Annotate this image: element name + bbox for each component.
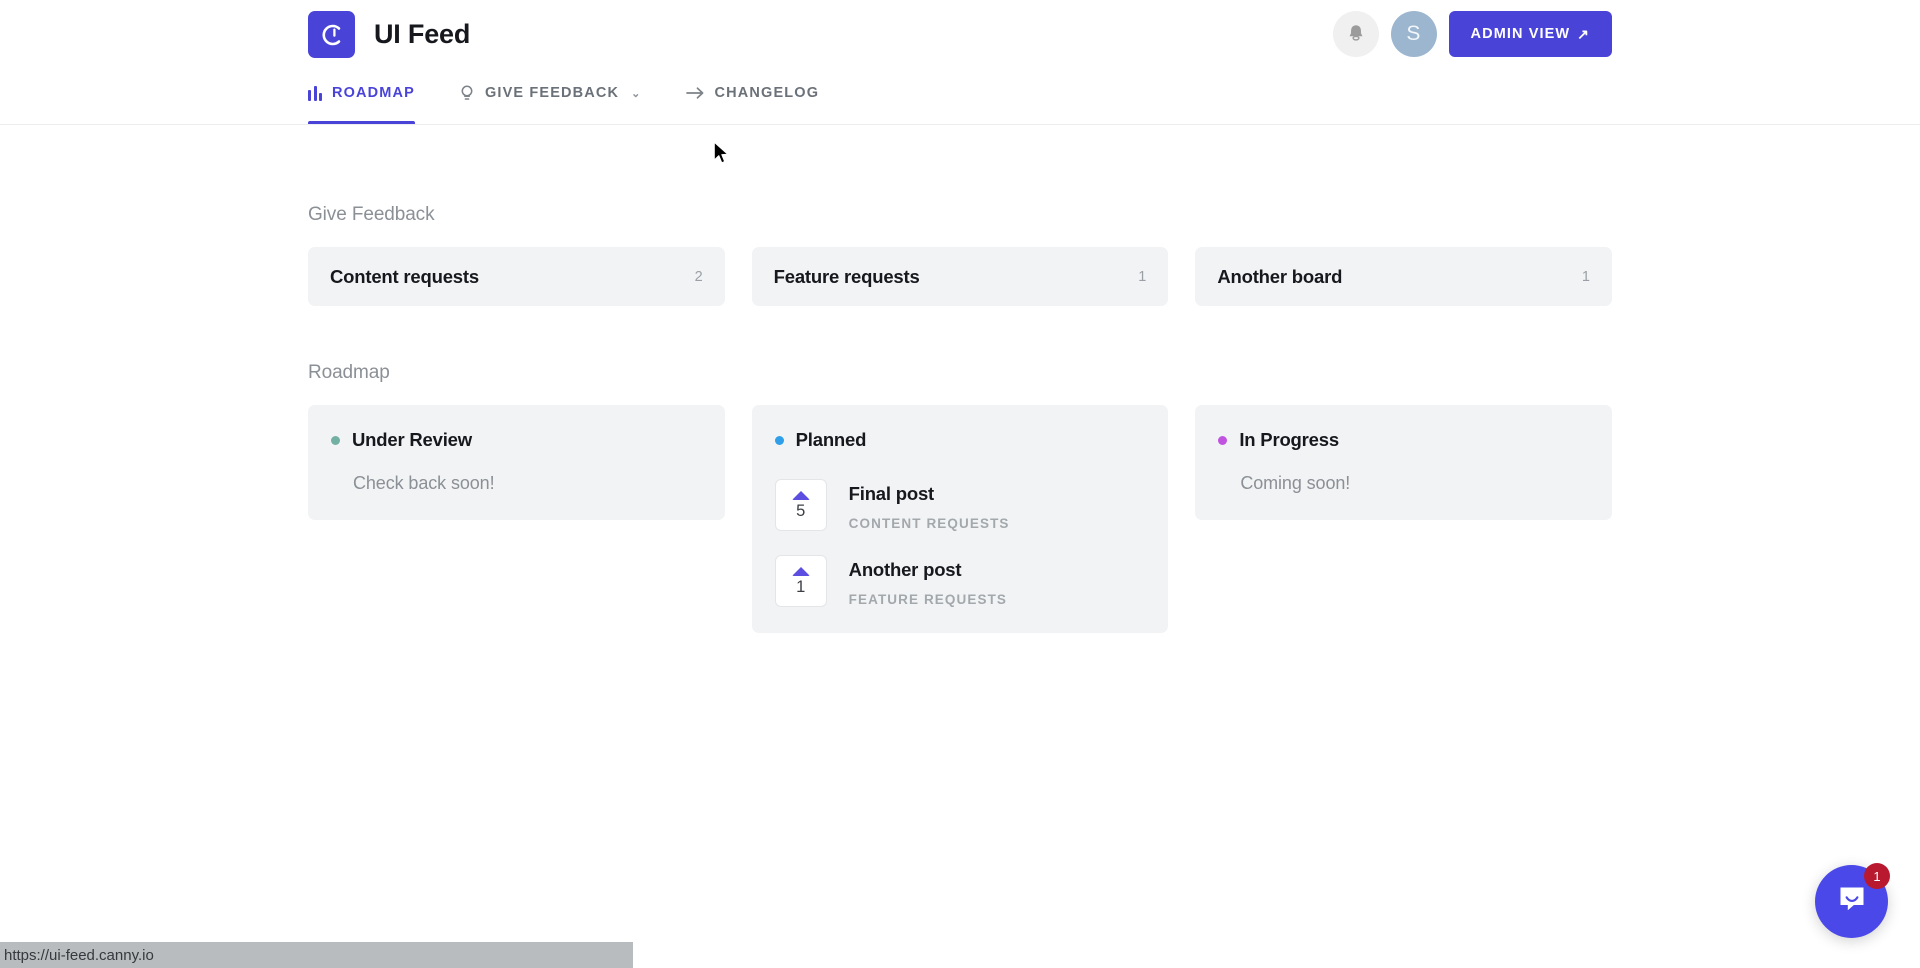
avatar[interactable]: S	[1390, 11, 1437, 57]
intercom-unread-badge: 1	[1864, 863, 1890, 889]
upvote-count: 5	[796, 501, 806, 520]
roadmap-column-header: Under Review	[331, 429, 702, 451]
upvote-button[interactable]: 1	[774, 555, 827, 607]
intercom-launcher-button[interactable]: 1	[1815, 863, 1890, 938]
avatar-initial: S	[1406, 22, 1421, 45]
tab-give-feedback[interactable]: GIVE FEEDBACK ⌄	[459, 76, 642, 124]
board-count: 1	[1138, 268, 1147, 285]
admin-view-label: ADMIN VIEW	[1470, 26, 1571, 42]
status-dot-under-review	[331, 435, 340, 445]
tab-changelog[interactable]: CHANGELOG	[685, 76, 820, 124]
lightbulb-icon	[459, 84, 475, 102]
board-name: Feature requests	[773, 265, 920, 287]
roadmap-column-title: Planned	[795, 429, 867, 450]
roadmap-column-header: Planned	[774, 429, 1146, 451]
site-header: UI Feed S ADMIN VIEW ↗ ROADMAP GIVE FEED…	[0, 0, 1920, 125]
tab-give-feedback-label: GIVE FEEDBACK	[484, 85, 620, 101]
post-title: Final post	[848, 483, 935, 504]
post-body: Another post FEATURE REQUESTS	[849, 555, 1007, 607]
roadmap-column-header: In Progress	[1218, 429, 1589, 451]
tab-changelog-label: CHANGELOG	[714, 85, 820, 101]
roadmap-column-title: In Progress	[1239, 429, 1339, 450]
admin-view-button[interactable]: ADMIN VIEW ↗	[1448, 11, 1612, 57]
brand[interactable]: UI Feed	[308, 11, 470, 58]
main-nav: ROADMAP GIVE FEEDBACK ⌄ CHANGELOG	[308, 76, 863, 124]
upvote-triangle-icon	[791, 490, 810, 500]
canny-c-logo-icon	[308, 11, 355, 58]
status-dot-planned	[774, 435, 784, 445]
board-card-content-requests[interactable]: Content requests 2	[308, 247, 725, 306]
tab-roadmap[interactable]: ROADMAP	[308, 76, 415, 124]
board-name: Content requests	[330, 265, 479, 287]
post-body: Final post CONTENT REQUESTS	[849, 479, 1010, 531]
chevron-down-icon: ⌄	[631, 87, 642, 100]
bell-icon	[1345, 22, 1367, 47]
post-title: Another post	[848, 559, 962, 580]
roadmap-heading: Roadmap	[308, 362, 390, 383]
roadmap-post[interactable]: 1 Another post FEATURE REQUESTS	[774, 549, 1146, 607]
roadmap-bars-icon	[308, 85, 322, 101]
upvote-count: 1	[796, 577, 806, 596]
board-card-feature-requests[interactable]: Feature requests 1	[751, 247, 1169, 306]
roadmap-column-in-progress: In Progress Coming soon!	[1195, 405, 1612, 520]
board-card-another-board[interactable]: Another board 1	[1195, 247, 1612, 306]
tab-roadmap-label: ROADMAP	[332, 85, 415, 101]
give-feedback-section: Give Feedback Content requests 2 Feature…	[308, 204, 1612, 306]
roadmap-grid: Under Review Check back soon! Planned 5 …	[308, 405, 1612, 633]
status-bar-url: https://ui-feed.canny.io	[0, 942, 633, 968]
board-count: 2	[694, 268, 703, 285]
page-title: UI Feed	[374, 19, 471, 49]
roadmap-section: Roadmap Under Review Check back soon! Pl…	[308, 362, 1612, 633]
give-feedback-heading: Give Feedback	[308, 204, 435, 225]
roadmap-column-title: Under Review	[352, 429, 472, 450]
board-grid: Content requests 2 Feature requests 1 An…	[308, 247, 1612, 306]
header-actions: S ADMIN VIEW ↗	[1332, 11, 1612, 57]
roadmap-empty-text: Coming soon!	[1240, 473, 1351, 493]
status-dot-in-progress	[1218, 435, 1228, 445]
post-board-label: FEATURE REQUESTS	[848, 592, 1008, 607]
post-board-label: CONTENT REQUESTS	[848, 516, 1010, 531]
upvote-triangle-icon	[791, 566, 810, 576]
external-link-arrow-icon: ↗	[1577, 26, 1590, 42]
intercom-chat-icon	[1835, 882, 1869, 921]
roadmap-column-under-review: Under Review Check back soon!	[308, 405, 725, 520]
header-inner: UI Feed S ADMIN VIEW ↗ ROADMAP GIVE FEED…	[308, 0, 1612, 124]
board-name: Another board	[1217, 265, 1343, 287]
roadmap-empty-text: Check back soon!	[353, 473, 495, 493]
main-content: Give Feedback Content requests 2 Feature…	[308, 125, 1612, 633]
board-count: 1	[1581, 268, 1590, 285]
arrow-right-icon	[685, 86, 705, 100]
roadmap-column-planned: Planned 5 Final post CONTENT REQUESTS 1 …	[751, 405, 1169, 633]
upvote-button[interactable]: 5	[774, 479, 827, 531]
roadmap-post[interactable]: 5 Final post CONTENT REQUESTS	[774, 473, 1146, 549]
notifications-button[interactable]	[1332, 11, 1379, 57]
